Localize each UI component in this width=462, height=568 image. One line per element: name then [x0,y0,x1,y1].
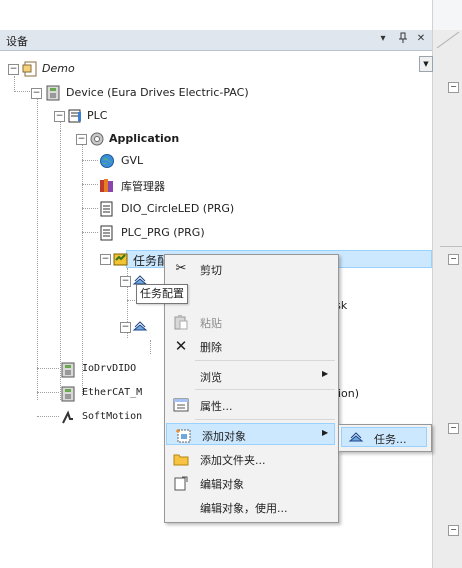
collapse-toggle[interactable]: − [120,322,131,333]
menu-item-paste[interactable]: 粘贴 [165,311,338,333]
add-object-submenu: 任务... [338,424,432,452]
menu-label: 属性... [200,400,233,413]
tree-line [82,232,98,233]
menu-item-browse[interactable]: 浏览 ▶ [165,365,338,387]
tree-label: SoftMotion [82,411,143,422]
panel-title: 设备 [6,35,28,48]
tooltip: 任务配置 [136,284,188,304]
tree-line [14,76,15,90]
menu-item-edit-object-with[interactable]: 编辑对象，使用... [165,496,338,518]
menu-label: 任务... [374,433,407,446]
application-gear-icon [89,131,105,147]
task-icon [348,430,364,446]
program-icon [99,225,115,241]
program-icon [99,201,115,217]
folder-icon [173,451,189,467]
tree-line [37,416,59,417]
tree-line [82,136,83,396]
menu-label: 添加对象 [202,430,246,443]
menu-item-cut[interactable]: ✂ 剪切 [165,258,338,280]
tree-line [14,91,32,92]
edit-object-icon [173,475,189,491]
device-icon [45,85,61,101]
collapse-toggle[interactable]: − [54,111,65,122]
menu-label: 剪切 [200,264,222,277]
tree-line [37,392,59,393]
panel-close-button[interactable]: ✕ [414,32,428,46]
menu-label: 粘贴 [200,317,222,330]
books-icon [99,177,115,193]
delete-x-icon: ✕ [174,337,188,355]
tree-label: Application [109,132,180,145]
collapse-toggle[interactable]: − [76,134,87,145]
tree-label: GVL [121,154,144,167]
scissors-icon: ✂ [175,261,187,276]
menu-item-properties[interactable]: 属性... [165,394,338,416]
menu-label: 删除 [200,341,222,354]
tab-edge [436,31,460,49]
right-editor-strip [433,30,462,568]
globe-icon [99,153,115,169]
panel-titlebar: 设备 ▾ ✕ [0,30,432,51]
menu-label: 编辑对象 [200,478,244,491]
submenu-item-task[interactable]: 任务... [341,427,427,447]
add-object-icon [175,427,191,443]
collapse-toggle[interactable]: − [31,88,42,99]
collapse-marker[interactable]: − [448,525,459,536]
panel-pin-button[interactable] [396,32,410,46]
softmotion-icon [60,410,76,426]
tree-root-dropdown[interactable]: ▼ [419,56,433,72]
submenu-arrow-icon: ▶ [322,428,329,437]
tree-label: PLC_PRG (PRG) [121,226,205,239]
properties-icon [173,397,189,413]
collapse-marker[interactable]: − [448,82,459,93]
tree-line [82,184,98,185]
collapse-toggle[interactable]: − [8,64,19,75]
project-icon [22,61,38,77]
tree-line [82,160,98,161]
menu-label: 编辑对象，使用... [200,502,288,515]
separator [440,246,462,247]
tree-label: EtherCAT_M [82,387,143,398]
context-menu: ✂ 剪切 粘贴 ✕ 删除 浏览 ▶ 属性... 添加对象 ▶ 添加文件夹... [164,254,339,523]
menu-item-delete[interactable]: ✕ 删除 [165,335,338,357]
plc-logic-icon [67,108,83,124]
menu-separator [195,360,335,361]
tree-label: IoDrvDIDO [82,363,137,374]
tree-line [60,130,61,400]
menu-item-add-folder[interactable]: 添加文件夹... [165,448,338,470]
panel-dropdown-button[interactable]: ▾ [376,32,390,46]
tree-line [37,96,38,400]
device-icon [60,362,76,378]
task-config-icon [113,251,129,267]
device-icon [60,386,76,402]
tree-label: Demo [42,62,75,75]
menu-label: 添加文件夹... [200,454,266,467]
menu-item-edit-object[interactable]: 编辑对象 [165,472,338,494]
task-icon [132,319,148,335]
submenu-arrow-icon: ▶ [322,369,329,378]
tree-label: PLC [87,109,108,122]
tree-line [37,368,59,369]
collapse-toggle[interactable]: − [100,254,111,265]
tree-label: 库管理器 [121,180,165,193]
tree-label: Device (Eura Drives Electric-PAC) [66,86,249,99]
tree-line [150,340,151,354]
tree-label: ion) [338,387,360,400]
collapse-marker[interactable]: − [448,254,459,265]
paste-icon [173,314,189,330]
tree-label: DIO_CircleLED (PRG) [121,202,235,215]
menu-separator [195,389,335,390]
menu-item-add-object[interactable]: 添加对象 ▶ [166,423,335,445]
collapse-toggle[interactable]: − [120,276,131,287]
menu-separator [195,419,335,420]
tree-line [82,208,98,209]
menu-label: 浏览 [200,371,222,384]
collapse-marker[interactable]: − [448,423,459,434]
